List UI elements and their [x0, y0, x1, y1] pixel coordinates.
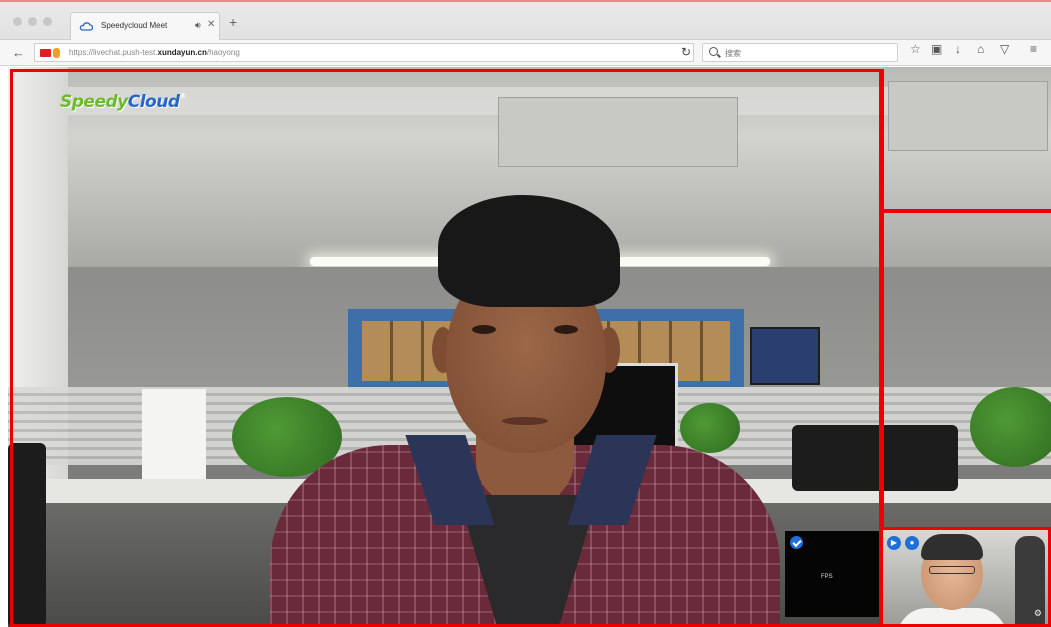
reading-list-icon[interactable]: ▣ — [931, 43, 942, 55]
scene-plant — [970, 387, 1051, 467]
pocket-icon[interactable]: ▽ — [1000, 43, 1009, 55]
url-domain: xundayun.cn — [157, 48, 207, 57]
window-maximize-button[interactable] — [43, 17, 52, 26]
remote-participant-glasses — [929, 566, 975, 574]
back-arrow-icon[interactable]: ← — [12, 45, 25, 60]
home-icon[interactable]: ⌂ — [977, 43, 984, 55]
url-path: /haoyong — [206, 48, 240, 57]
search-icon — [709, 47, 718, 56]
search-placeholder: 搜索 — [725, 49, 741, 58]
window-close-button[interactable] — [13, 17, 22, 26]
search-input[interactable]: 搜索 — [702, 43, 898, 62]
download-icon[interactable]: ↓ — [955, 43, 961, 55]
url-prefix: https://livechat.push-test. — [69, 48, 158, 57]
speaker-icon[interactable]: 🔊︎ — [195, 20, 201, 31]
remote-participant-hair — [921, 534, 983, 560]
remote-participant-body — [897, 608, 1007, 624]
window-top-accent — [0, 0, 1051, 2]
mic-indicator-icon[interactable] — [53, 48, 60, 58]
local-verified-icon — [790, 536, 803, 549]
url-text: https://livechat.push-test.xundayun.cn/h… — [69, 48, 240, 57]
main-video-frame[interactable] — [10, 69, 882, 627]
tab-bar: Speedycloud Meet 🔊︎ ✕ + — [0, 0, 1051, 40]
local-preview[interactable]: FPS — [785, 531, 879, 617]
video-icon[interactable]: ▶ — [887, 536, 901, 550]
window-minimize-button[interactable] — [28, 17, 37, 26]
cloud-favicon-icon — [79, 22, 93, 31]
reload-icon[interactable]: ↻ — [681, 45, 691, 59]
camera-indicator-icon[interactable] — [40, 49, 51, 57]
plus-icon[interactable]: + — [229, 15, 237, 29]
navigation-bar: ← https://livechat.push-test.xundayun.cn… — [0, 40, 1051, 66]
local-preview-label: FPS — [821, 574, 833, 580]
browser-tab[interactable]: Speedycloud Meet 🔊︎ ✕ — [70, 12, 220, 40]
gear-icon[interactable]: ⚙ — [1034, 608, 1042, 619]
address-bar[interactable]: https://livechat.push-test.xundayun.cn/h… — [34, 43, 694, 62]
mic-icon[interactable]: ● — [905, 536, 919, 550]
star-icon[interactable]: ☆ — [910, 43, 921, 55]
scene-duct — [888, 81, 1048, 151]
close-icon[interactable]: ✕ — [207, 19, 215, 30]
right-column-top-border — [881, 209, 1051, 213]
tab-title: Speedycloud Meet — [101, 21, 168, 30]
menu-icon[interactable]: ≡ — [1030, 43, 1037, 55]
remote-participant-tile[interactable]: ▶ ● ⚙ — [880, 527, 1051, 627]
